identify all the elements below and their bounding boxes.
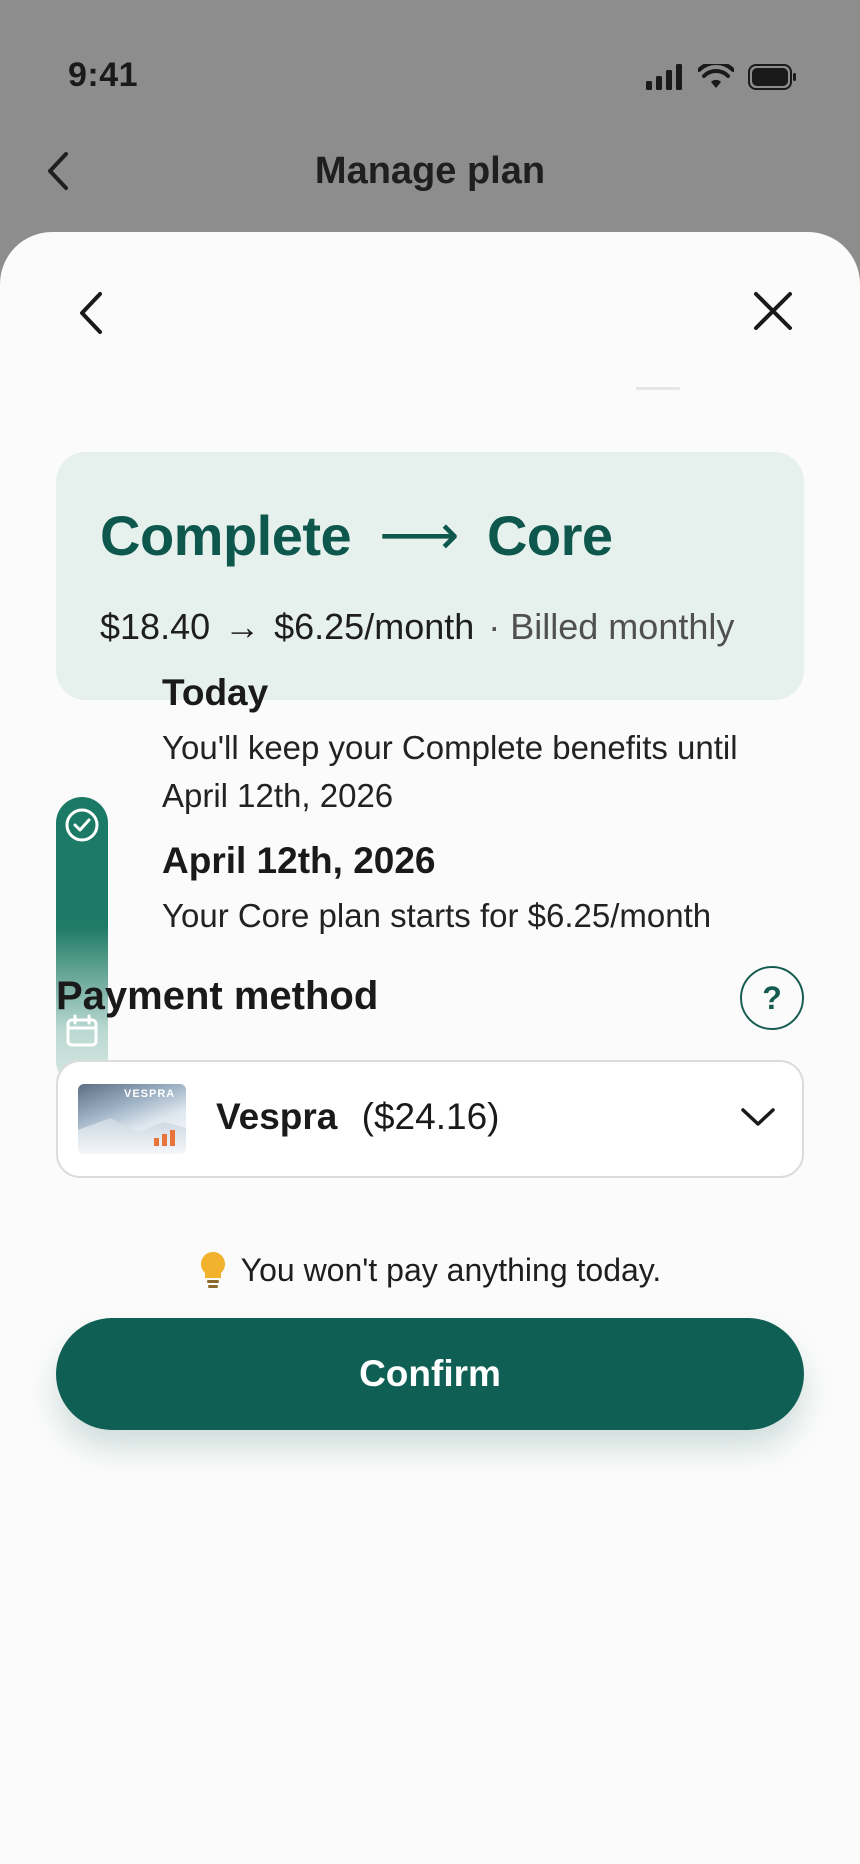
payment-card-label: Vespra ($24.16) xyxy=(216,1096,499,1138)
signal-icon xyxy=(646,64,682,90)
card-logo xyxy=(154,1130,175,1146)
status-bar: 9:41 xyxy=(0,0,860,150)
timeline-item-start-date: April 12th, 2026 Your Core plan starts f… xyxy=(162,840,802,940)
confirm-button[interactable]: Confirm xyxy=(56,1318,804,1430)
to-price: $6.25/month xyxy=(274,606,475,647)
payment-method-select[interactable]: VESPRA Vespra ($24.16) xyxy=(56,1060,804,1178)
divider xyxy=(636,387,680,390)
timeline-item-text: You'll keep your Complete benefits until… xyxy=(162,729,738,814)
plan-change-card: Complete ⟶ Core $18.40 → $6.25/month · B… xyxy=(56,452,804,700)
card-balance: ($24.16) xyxy=(361,1096,500,1137)
status-time: 9:41 xyxy=(68,56,139,94)
payment-method-title: Payment method xyxy=(56,974,379,1018)
price-arrow: → xyxy=(224,606,261,647)
back-icon[interactable] xyxy=(70,286,110,340)
from-price: $18.40 xyxy=(100,606,211,647)
from-plan-name: Complete xyxy=(100,503,352,567)
wifi-icon xyxy=(698,64,734,88)
to-plan-name: Core xyxy=(486,503,613,567)
background-title: Manage plan xyxy=(314,150,546,192)
background-header: Manage plan xyxy=(0,130,860,210)
bottom-sheet: Complete ⟶ Core $18.40 → $6.25/month · B… xyxy=(0,232,860,1864)
card-name: Vespra xyxy=(216,1096,338,1137)
card-thumbnail: VESPRA xyxy=(78,1084,186,1154)
status-icons xyxy=(646,64,798,90)
timeline-bar xyxy=(56,797,108,1087)
check-circle-icon xyxy=(65,808,99,842)
plan-price-line: $18.40 → $6.25/month · Billed monthly xyxy=(100,606,734,648)
close-icon[interactable] xyxy=(748,286,798,336)
card-brand-text: VESPRA xyxy=(124,1088,176,1100)
lightbulb-icon xyxy=(200,1251,225,1288)
billing-frequency: · Billed monthly xyxy=(488,606,735,647)
plan-arrow: ⟶ xyxy=(379,503,459,566)
help-button[interactable]: ? xyxy=(740,966,804,1030)
timeline-item-today: Today You'll keep your Complete benefits… xyxy=(162,672,802,820)
timeline-item-title: Today xyxy=(162,672,269,713)
payment-notice: You won't pay anything today. xyxy=(0,1250,860,1290)
battery-icon xyxy=(748,64,796,90)
timeline-item-text: Your Core plan starts for $6.25/month xyxy=(162,897,712,934)
plan-change-title: Complete ⟶ Core xyxy=(100,502,613,568)
timeline-item-title: April 12th, 2026 xyxy=(162,840,436,881)
screen: 9:41 Manage plan Complete ⟶ Core $18.40 … xyxy=(0,0,860,1864)
chevron-down-icon xyxy=(741,1108,775,1126)
notice-text: You won't pay anything today. xyxy=(240,1251,662,1288)
